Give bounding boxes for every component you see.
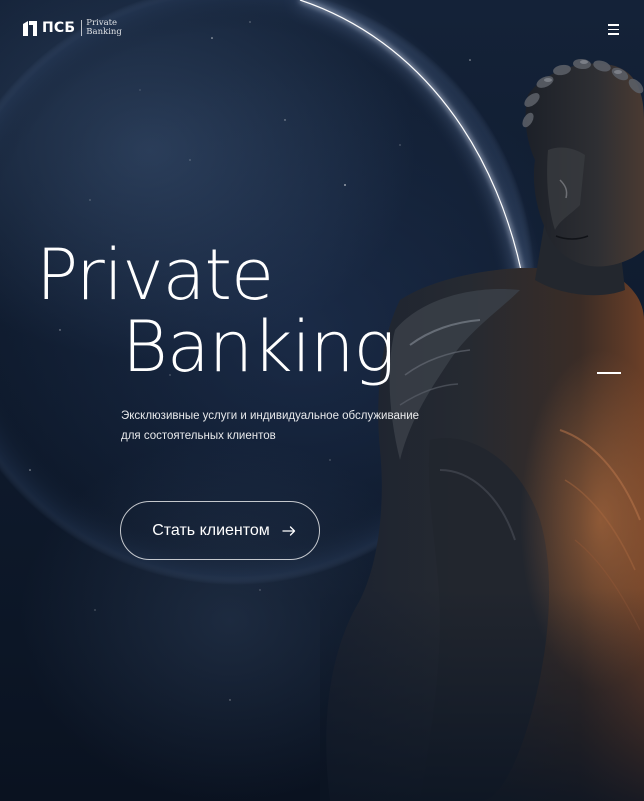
site-header: ПСБ Private Banking (0, 0, 644, 60)
logo-subtitle-line2: Banking (86, 27, 122, 37)
arrow-right-icon (282, 525, 295, 536)
hero-title-line2: Banking (122, 306, 395, 388)
hero-title-line1: Private (36, 234, 274, 316)
become-client-label: Стать клиентом (152, 521, 270, 539)
hero-background (0, 0, 644, 801)
hero-subtitle-line1: Эксклюзивные услуги и индивидуальное обс… (121, 410, 420, 422)
logo-separator (81, 20, 83, 36)
hero-subtitle: Эксклюзивные услуги и индивидуальное обс… (121, 406, 441, 446)
become-client-button[interactable]: Стать клиентом (120, 501, 320, 560)
logo-abbreviation: ПСБ (42, 20, 76, 36)
landing-page: ПСБ Private Banking Private Banking Экск… (0, 0, 644, 801)
logo-subtitle: Private Banking (86, 19, 122, 37)
slide-indicator-dash[interactable] (597, 372, 621, 374)
psb-logo[interactable]: ПСБ Private Banking (22, 17, 122, 39)
hero-subtitle-line2: для состоятельных клиентов (121, 430, 276, 442)
hamburger-menu-icon[interactable] (606, 22, 622, 36)
psb-logo-icon (23, 20, 37, 36)
